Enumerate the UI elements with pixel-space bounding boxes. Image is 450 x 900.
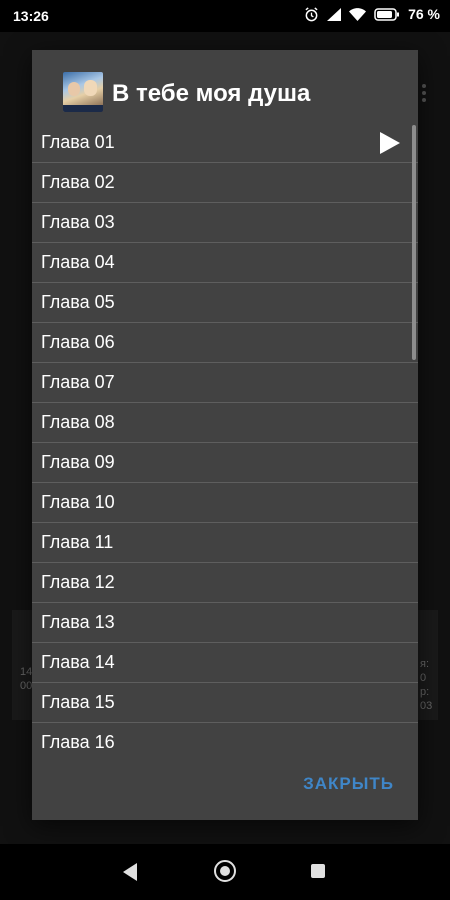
battery-icon — [374, 7, 400, 21]
chapter-list[interactable]: Глава 01 Глава 02 Глава 03 Глава 04 Глава 05… — [32, 123, 418, 750]
status-icons: 76 % — [304, 6, 440, 22]
back-icon[interactable] — [123, 863, 137, 881]
chapter-label: Глава 12 — [41, 572, 115, 592]
status-bar: 13:26 76 % — [0, 0, 450, 32]
home-icon[interactable] — [214, 860, 236, 882]
chapter-item[interactable]: Глава 04 — [32, 243, 418, 283]
chapter-label: Глава 11 — [41, 532, 114, 552]
chapter-item[interactable]: Глава 08 — [32, 403, 418, 443]
chapter-item[interactable]: Глава 16 — [32, 723, 418, 750]
chapter-dialog: В тебе моя душа Глава 01 Глава 02 Глава 03… — [32, 50, 418, 820]
chapter-item[interactable]: Глава 12 — [32, 563, 418, 603]
dialog-footer: ЗАКРЫТЬ — [32, 750, 418, 820]
chapter-label: Глава 07 — [41, 372, 115, 392]
chapter-label: Глава 16 — [41, 732, 115, 750]
chapter-item[interactable]: Глава 05 — [32, 283, 418, 323]
recent-apps-icon[interactable] — [311, 864, 325, 878]
overflow-menu-icon — [422, 84, 428, 105]
play-icon[interactable] — [380, 132, 400, 154]
chapter-item[interactable]: Глава 09 — [32, 443, 418, 483]
chapter-label: Глава 06 — [41, 332, 115, 352]
chapter-label: Глава 15 — [41, 692, 115, 712]
dialog-title: В тебе моя душа — [112, 80, 311, 107]
chapter-label: Глава 05 — [41, 292, 115, 312]
chapter-item[interactable]: Глава 07 — [32, 363, 418, 403]
chapter-item[interactable]: Глава 01 — [32, 123, 418, 163]
chapter-item[interactable]: Глава 13 — [32, 603, 418, 643]
chapter-item[interactable]: Глава 06 — [32, 323, 418, 363]
chapter-label: Глава 02 — [41, 172, 115, 192]
chapter-item[interactable]: Глава 14 — [32, 643, 418, 683]
book-cover-image — [63, 72, 103, 112]
chapter-label: Глава 09 — [41, 452, 115, 472]
alarm-icon — [304, 6, 319, 22]
chapter-item[interactable]: Глава 15 — [32, 683, 418, 723]
chapter-label: Глава 04 — [41, 252, 115, 272]
list-scrollbar[interactable] — [412, 125, 416, 360]
bg-left-text: 14 00 — [20, 666, 33, 692]
chapter-item[interactable]: Глава 10 — [32, 483, 418, 523]
dialog-header: В тебе моя душа — [32, 50, 418, 123]
close-button[interactable]: ЗАКРЫТЬ — [303, 774, 394, 794]
chapter-label: Глава 10 — [41, 492, 115, 512]
chapter-item[interactable]: Глава 11 — [32, 523, 418, 563]
battery-percent: 76 % — [408, 6, 440, 22]
chapter-label: Глава 13 — [41, 612, 115, 632]
chapter-label: Глава 03 — [41, 212, 115, 232]
chapter-label: Глава 14 — [41, 652, 115, 672]
signal-icon — [327, 7, 342, 21]
chapter-label: Глава 08 — [41, 412, 115, 432]
bg-right-text: я: 0 р: 03 — [420, 658, 433, 712]
wifi-icon — [349, 7, 367, 21]
chapter-item[interactable]: Глава 02 — [32, 163, 418, 203]
chapter-label: Глава 01 — [41, 132, 115, 152]
navigation-bar — [0, 844, 450, 900]
chapter-item[interactable]: Глава 03 — [32, 203, 418, 243]
status-time: 13:26 — [13, 8, 49, 24]
